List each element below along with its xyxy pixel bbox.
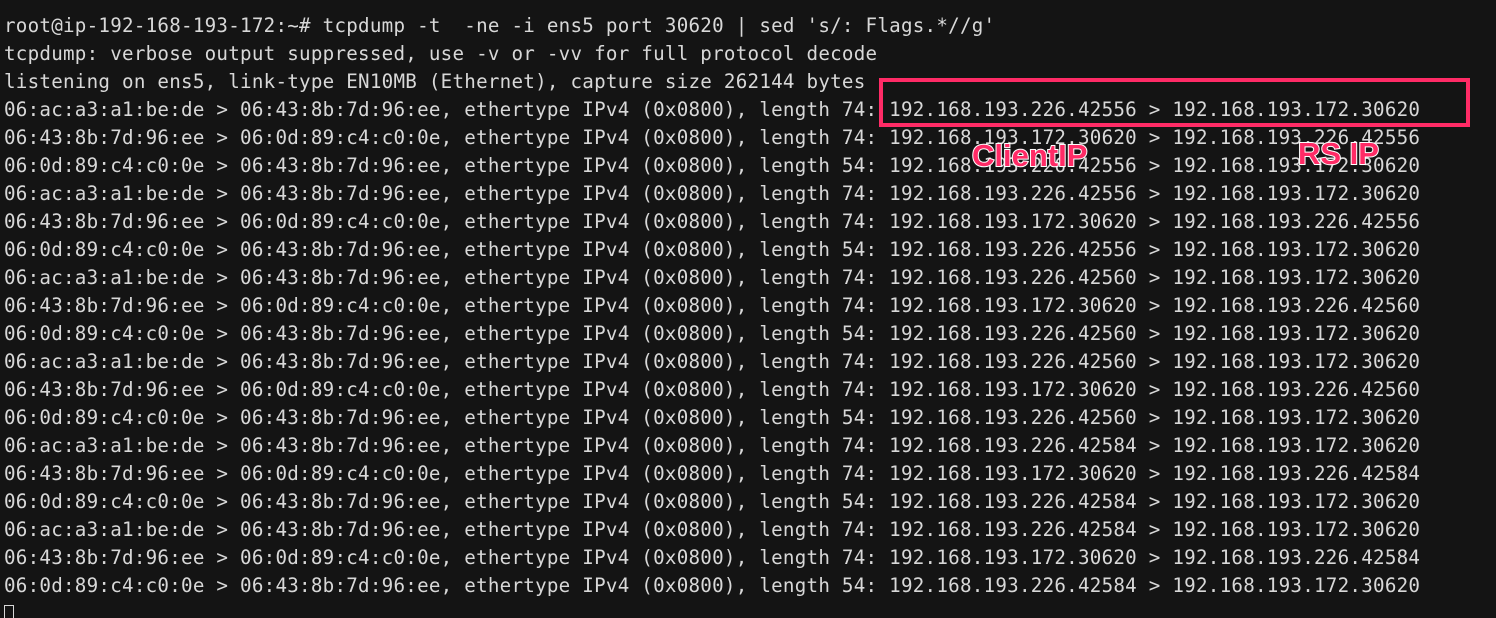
client-ip-annotation: ClientIP — [971, 138, 1088, 173]
terminal-window[interactable]: root@ip-192-168-193-172:~# tcpdump -t -n… — [0, 0, 1496, 618]
terminal-line: 06:ac:a3:a1:be:de > 06:43:8b:7d:96:ee, e… — [4, 266, 1421, 289]
terminal-line: 06:0d:89:c4:c0:0e > 06:43:8b:7d:96:ee, e… — [4, 406, 1421, 429]
terminal-line: 06:0d:89:c4:c0:0e > 06:43:8b:7d:96:ee, e… — [4, 574, 1421, 597]
terminal-line: 06:ac:a3:a1:be:de > 06:43:8b:7d:96:ee, e… — [4, 182, 1421, 205]
terminal-line: 06:0d:89:c4:c0:0e > 06:43:8b:7d:96:ee, e… — [4, 238, 1421, 261]
terminal-line-command: root@ip-192-168-193-172:~# tcpdump -t -n… — [4, 14, 996, 37]
rs-ip-annotation: RS IP — [1297, 136, 1380, 171]
terminal-line: tcpdump: verbose output suppressed, use … — [4, 42, 878, 65]
terminal-line: 06:ac:a3:a1:be:de > 06:43:8b:7d:96:ee, e… — [4, 434, 1421, 457]
terminal-line: 06:43:8b:7d:96:ee > 06:0d:89:c4:c0:0e, e… — [4, 126, 1421, 149]
terminal-line: 06:43:8b:7d:96:ee > 06:0d:89:c4:c0:0e, e… — [4, 294, 1421, 317]
highlight-box — [879, 78, 1470, 127]
terminal-line: 06:43:8b:7d:96:ee > 06:0d:89:c4:c0:0e, e… — [4, 378, 1421, 401]
text-cursor — [4, 605, 14, 618]
terminal-line: 06:43:8b:7d:96:ee > 06:0d:89:c4:c0:0e, e… — [4, 210, 1421, 233]
terminal-line: 06:0d:89:c4:c0:0e > 06:43:8b:7d:96:ee, e… — [4, 490, 1421, 513]
terminal-line: 06:43:8b:7d:96:ee > 06:0d:89:c4:c0:0e, e… — [4, 462, 1421, 485]
terminal-line: 06:43:8b:7d:96:ee > 06:0d:89:c4:c0:0e, e… — [4, 546, 1421, 569]
terminal-line: 06:0d:89:c4:c0:0e > 06:43:8b:7d:96:ee, e… — [4, 322, 1421, 345]
terminal-line: 06:0d:89:c4:c0:0e > 06:43:8b:7d:96:ee, e… — [4, 154, 1421, 177]
terminal-line: 06:ac:a3:a1:be:de > 06:43:8b:7d:96:ee, e… — [4, 350, 1421, 373]
terminal-line: 06:ac:a3:a1:be:de > 06:43:8b:7d:96:ee, e… — [4, 518, 1421, 541]
